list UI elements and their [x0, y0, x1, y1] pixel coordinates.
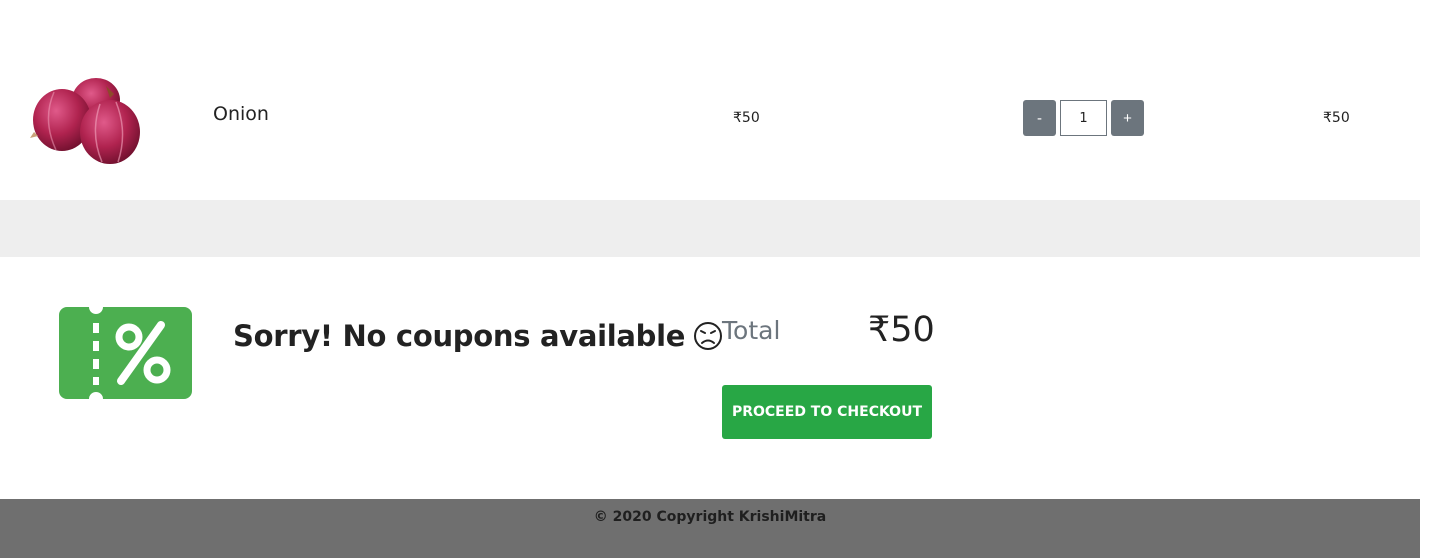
coupon-message-text: Sorry! No coupons available [233, 319, 686, 353]
total-label: Total [722, 316, 781, 345]
line-total: ₹50 [1323, 110, 1350, 126]
section-divider [0, 200, 1420, 257]
total-value: ₹50 [868, 310, 935, 350]
footer-copyright: © 2020 Copyright KrishiMitra [593, 509, 827, 525]
sad-face-icon [694, 322, 723, 350]
decrement-button[interactable]: - [1023, 100, 1056, 136]
unit-price: ₹50 [733, 110, 760, 126]
quantity-input[interactable] [1060, 100, 1107, 136]
product-name[interactable]: Onion [213, 103, 269, 125]
increment-button[interactable]: + [1111, 100, 1144, 136]
coupon-message: Sorry! No coupons available [233, 319, 723, 353]
coupon-percent-icon [59, 307, 192, 399]
cart-item-row: Onion ₹50 - + ₹50 [0, 0, 1420, 200]
proceed-to-checkout-button[interactable]: PROCEED TO CHECKOUT [722, 385, 932, 439]
onion-image [30, 78, 140, 164]
footer: © 2020 Copyright KrishiMitra [0, 499, 1420, 558]
quantity-stepper: - + [1023, 100, 1144, 136]
